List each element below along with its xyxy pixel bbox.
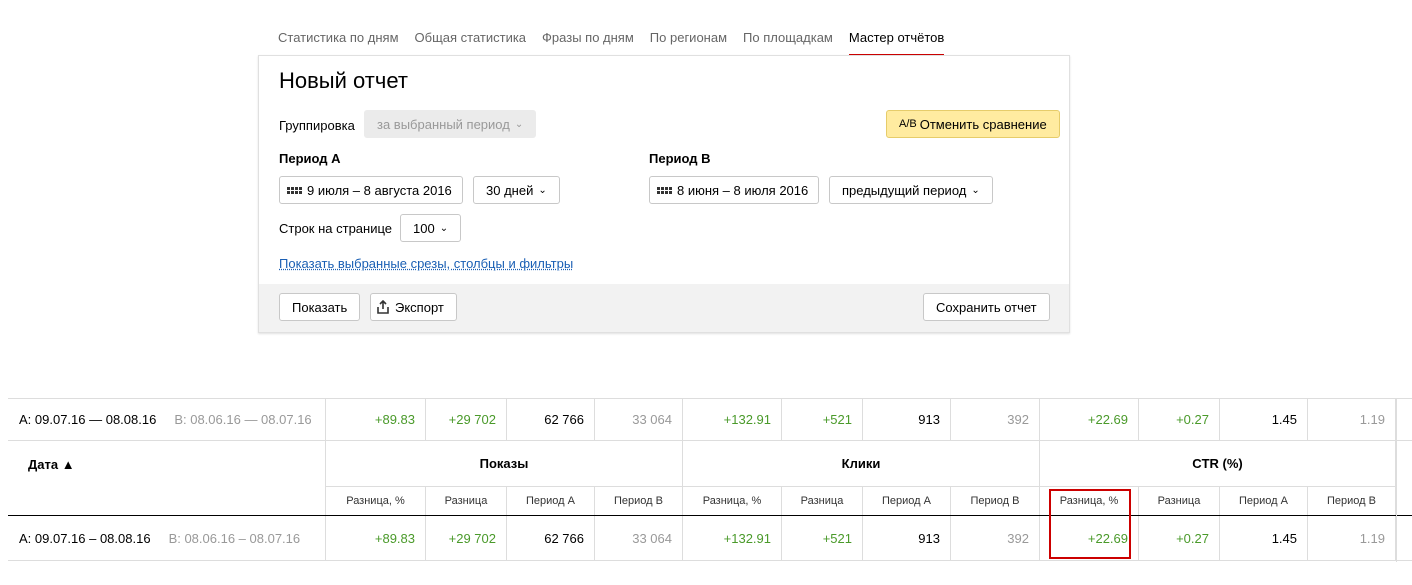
grouping-value: за выбранный период (377, 116, 510, 132)
tab-by-platforms[interactable]: По площадкам (743, 26, 833, 56)
summary-ctr-diff: +0.27 (1139, 399, 1220, 440)
row-clicks-diff: +521 (782, 516, 863, 560)
chevron-down-icon: ⌄ (439, 222, 449, 234)
clicks-group-header: Клики (683, 441, 1040, 487)
save-report-label: Сохранить отчет (936, 299, 1037, 315)
highlight-box (1049, 489, 1131, 559)
period-b-date-picker[interactable]: 8 июня – 8 июля 2016 (649, 176, 820, 204)
summary-impressions-a: 62 766 (507, 399, 595, 440)
summary-clicks-diff: +521 (782, 399, 863, 440)
row-ctr-a: 1.45 (1220, 516, 1308, 560)
report-table: A: 09.07.16 — 08.08.16 B: 08.06.16 — 08.… (8, 398, 1412, 562)
calendar-icon (657, 186, 672, 194)
ctr-a-header[interactable]: Период А (1220, 487, 1308, 515)
summary-impressions-diff-pct: +89.83 (326, 399, 426, 440)
row-impressions-diff: +29 702 (426, 516, 507, 560)
ctr-b-header[interactable]: Период В (1308, 487, 1396, 515)
table-header-columns: Разница, % Разница Период А Период В Раз… (8, 487, 1412, 516)
summary-impressions-diff: +29 702 (426, 399, 507, 440)
export-button-label: Экспорт (395, 299, 444, 315)
period-a-label: Период А (279, 151, 341, 166)
summary-period-b: B: 08.06.16 — 08.07.16 (174, 412, 312, 427)
period-b-preset-select[interactable]: предыдущий период ⌄ (829, 176, 993, 204)
summary-ctr-a: 1.45 (1220, 399, 1308, 440)
cancel-compare-button[interactable]: A/B Отменить сравнение (886, 110, 1060, 138)
row-clicks-b: 392 (951, 516, 1040, 560)
save-report-button[interactable]: Сохранить отчет (923, 293, 1050, 321)
date-subheader-spacer (8, 487, 326, 515)
summary-clicks-diff-pct: +132.91 (683, 399, 782, 440)
report-panel: Новый отчет Группировка за выбранный пер… (258, 55, 1070, 333)
impressions-b-header[interactable]: Период В (595, 487, 683, 515)
row-ctr-b: 1.19 (1308, 516, 1396, 560)
show-button[interactable]: Показать (279, 293, 361, 321)
row-period-a: A: 09.07.16 – 08.08.16 (19, 530, 151, 546)
show-slices-link[interactable]: Показать выбранные срезы, столбцы и филь… (279, 256, 573, 271)
rows-per-page-select[interactable]: 100 ⌄ (400, 214, 462, 242)
grouping-label: Группировка (279, 118, 355, 133)
export-icon (377, 300, 389, 314)
period-a-range: 9 июля – 8 августа 2016 (307, 182, 452, 198)
period-b-preset: предыдущий период (842, 182, 967, 198)
period-b-range: 8 июня – 8 июля 2016 (677, 182, 809, 198)
table-row: A: 09.07.16 – 08.08.16 B: 08.06.16 – 08.… (8, 516, 1412, 561)
chevron-down-icon: ⌄ (971, 184, 980, 196)
summary-period-a: A: 09.07.16 — 08.08.16 (19, 412, 157, 427)
tab-stats-by-day[interactable]: Статистика по дням (278, 26, 399, 56)
clicks-a-header[interactable]: Период А (863, 487, 951, 515)
chevron-down-icon: ⌄ (514, 118, 524, 130)
row-period-cell: A: 09.07.16 – 08.08.16 B: 08.06.16 – 08.… (8, 516, 326, 560)
summary-period-cell: A: 09.07.16 — 08.08.16 B: 08.06.16 — 08.… (8, 399, 326, 440)
ctr-diff-header[interactable]: Разница (1139, 487, 1220, 515)
tab-by-regions[interactable]: По регионам (650, 26, 727, 56)
chevron-down-icon: ⌄ (538, 184, 547, 196)
impressions-diff-pct-header[interactable]: Разница, % (326, 487, 426, 515)
export-button[interactable]: Экспорт (370, 293, 457, 321)
show-button-label: Показать (292, 299, 348, 315)
grouping-select[interactable]: за выбранный период ⌄ (364, 110, 537, 138)
calendar-icon (287, 186, 302, 194)
rows-per-page-value: 100 (413, 220, 435, 236)
impressions-group-header: Показы (326, 441, 683, 487)
table-header-groups: Дата ▲ Показы Клики CTR (%) (8, 441, 1412, 487)
row-impressions-diff-pct: +89.83 (326, 516, 426, 560)
summary-clicks-a: 913 (863, 399, 951, 440)
report-tabs: Статистика по дням Общая статистика Фраз… (278, 26, 945, 56)
period-a-preset-select[interactable]: 30 дней ⌄ (473, 176, 560, 204)
period-b-label: Период В (649, 151, 711, 166)
tab-report-wizard[interactable]: Мастер отчётов (848, 26, 945, 56)
ctr-group-header: CTR (%) (1040, 441, 1396, 487)
tab-phrases-by-day[interactable]: Фразы по дням (542, 26, 634, 56)
tab-general-stats[interactable]: Общая статистика (415, 26, 527, 56)
row-period-b: B: 08.06.16 – 08.07.16 (168, 530, 301, 546)
clicks-diff-pct-header[interactable]: Разница, % (683, 487, 782, 515)
cancel-compare-label: Отменить сравнение (919, 116, 1047, 132)
row-clicks-a: 913 (863, 516, 951, 560)
summary-ctr-b: 1.19 (1308, 399, 1396, 440)
table-right-border (1396, 398, 1397, 562)
row-clicks-diff-pct: +132.91 (683, 516, 782, 560)
compare-icon: A/B (899, 118, 917, 130)
rows-per-page-label: Строк на странице (279, 221, 393, 236)
summary-clicks-b: 392 (951, 399, 1040, 440)
summary-row: A: 09.07.16 — 08.08.16 B: 08.06.16 — 08.… (8, 398, 1412, 441)
period-a-date-picker[interactable]: 9 июля – 8 августа 2016 (279, 176, 463, 204)
period-a-preset: 30 дней (486, 182, 534, 198)
summary-ctr-diff-pct: +22.69 (1040, 399, 1139, 440)
row-impressions-b: 33 064 (595, 516, 683, 560)
summary-impressions-b: 33 064 (595, 399, 683, 440)
impressions-a-header[interactable]: Период А (507, 487, 595, 515)
impressions-diff-header[interactable]: Разница (426, 487, 507, 515)
clicks-diff-header[interactable]: Разница (782, 487, 863, 515)
row-ctr-diff: +0.27 (1139, 516, 1220, 560)
panel-footer: Показать Экспорт Сохранить отчет (259, 284, 1069, 332)
date-column-header[interactable]: Дата ▲ (8, 441, 326, 487)
clicks-b-header[interactable]: Период В (951, 487, 1040, 515)
row-impressions-a: 62 766 (507, 516, 595, 560)
page-title: Новый отчет (279, 68, 408, 93)
